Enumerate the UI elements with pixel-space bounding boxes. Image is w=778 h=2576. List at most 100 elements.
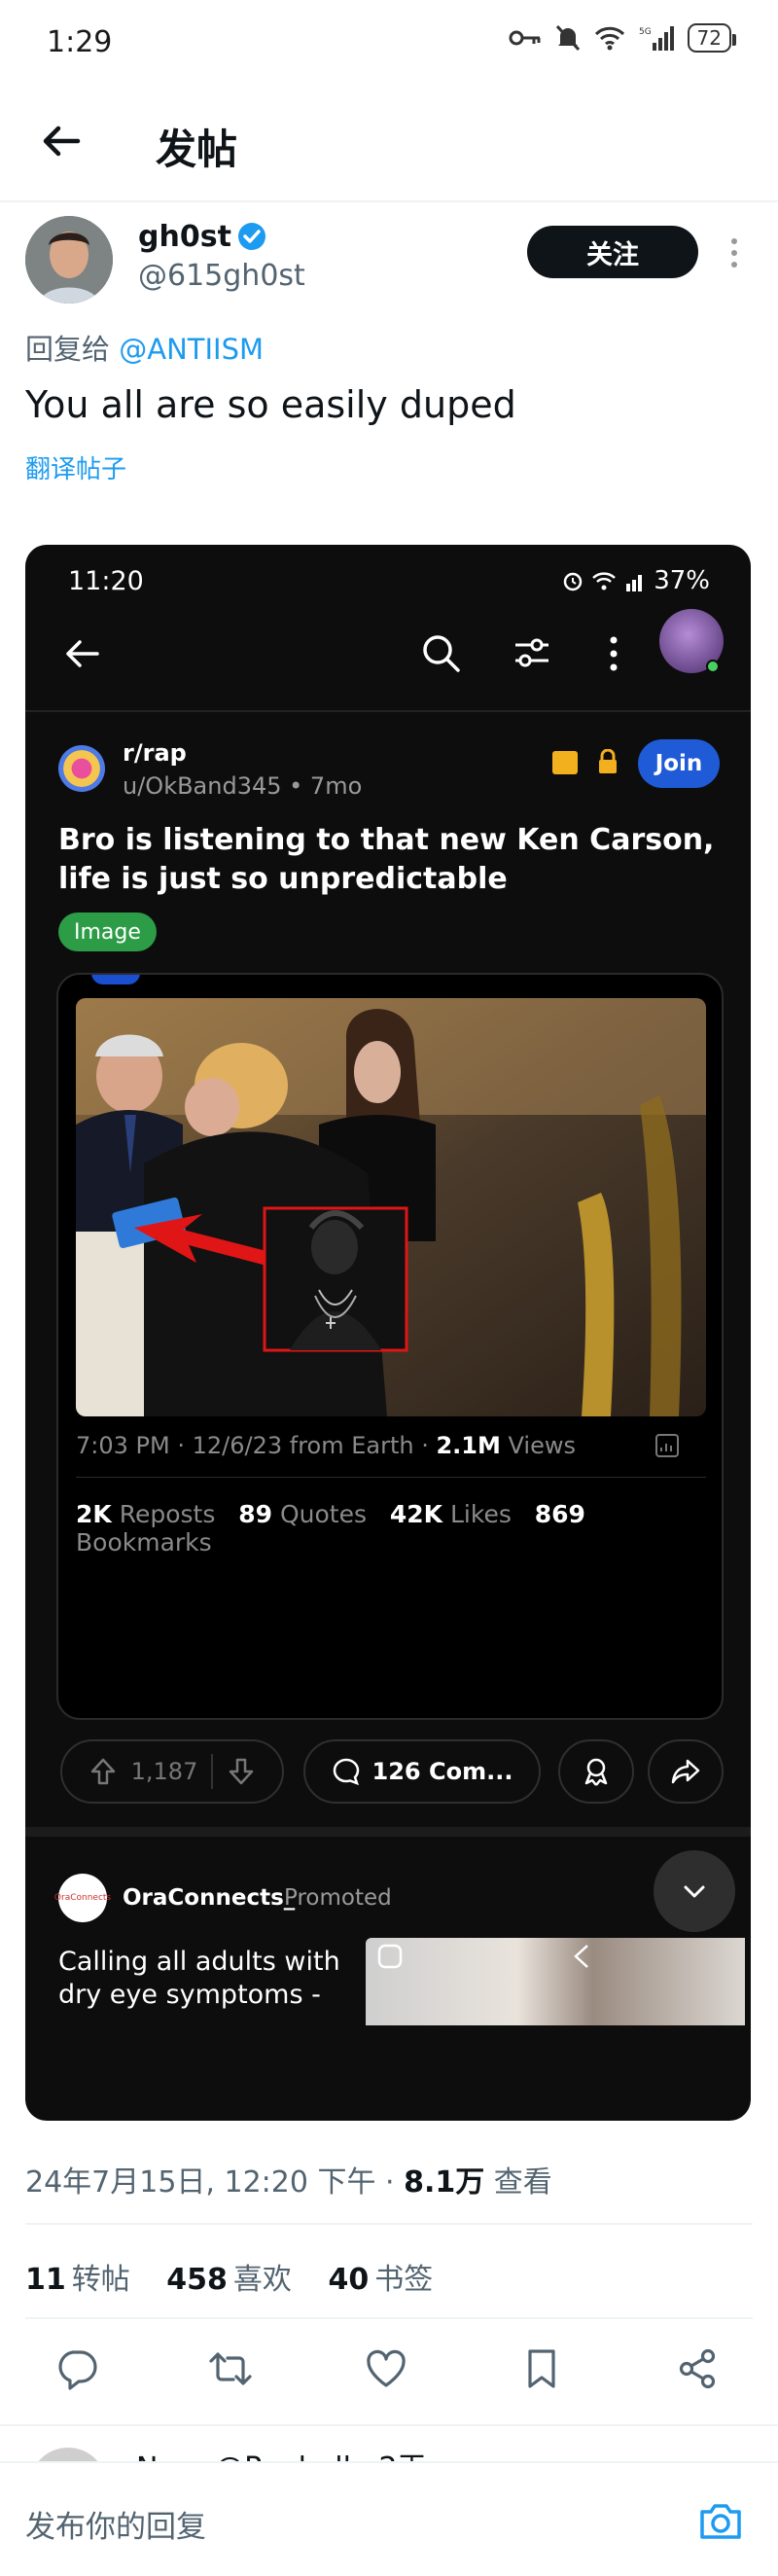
- inner-tweet-stats: 2K Reposts 89 Quotes 42K Likes 869 Bookm…: [76, 1500, 722, 1556]
- back-arrow-icon[interactable]: [60, 632, 103, 675]
- event-photo[interactable]: [76, 998, 706, 1416]
- nav-back-overlay-icon: [574, 1945, 588, 1968]
- key-icon: [509, 30, 541, 46]
- more-vert-icon[interactable]: [607, 634, 620, 673]
- inner-quotes-label: Quotes: [279, 1500, 368, 1528]
- attached-screenshot[interactable]: 11:20 37% r/rap u/OkBand345 • 7mo Join B…: [25, 545, 751, 2121]
- vote-count: 1,187: [130, 1758, 198, 1785]
- downvote-icon[interactable]: [227, 1757, 256, 1786]
- signal-icon: 5G: [639, 26, 674, 51]
- bookmarks-stat[interactable]: 40 书签: [328, 2263, 433, 2297]
- feed-divider: [25, 1827, 751, 1837]
- online-status-dot: [706, 660, 720, 673]
- tweet-timestamp: 24年7月15日, 12:20 下午 · 8.1万 查看: [25, 2158, 552, 2200]
- reply-handle-link[interactable]: @ANTIISM: [119, 333, 264, 366]
- author-avatar[interactable]: [25, 216, 113, 304]
- comment-count: 126 Com...: [371, 1758, 513, 1785]
- comments-button[interactable]: 126 Com...: [303, 1739, 541, 1804]
- repost-icon[interactable]: [208, 2346, 253, 2391]
- inner-bookmarks-label: Bookmarks: [76, 1528, 212, 1556]
- status-icons: 5G 72: [509, 23, 737, 53]
- share-icon[interactable]: [675, 2346, 720, 2391]
- post-flair[interactable]: Image: [58, 912, 157, 951]
- inner-reposts-count: 2K: [76, 1500, 112, 1528]
- more-vert-icon[interactable]: [729, 237, 739, 268]
- inner-likes-count: 42K: [389, 1500, 443, 1528]
- share-button[interactable]: [648, 1739, 724, 1804]
- promo-account-name[interactable]: OraConnects_: [123, 1885, 295, 1911]
- archive-icon: [552, 751, 578, 774]
- views-label: 查看: [484, 2165, 552, 2200]
- upvote-icon[interactable]: [88, 1757, 118, 1786]
- verified-badge-icon: [238, 223, 265, 250]
- promo-image[interactable]: [366, 1938, 745, 2025]
- likes-label: 喜欢: [232, 2263, 292, 2297]
- award-button[interactable]: [558, 1739, 634, 1804]
- bookmarks-count: 40: [328, 2263, 370, 2297]
- join-button[interactable]: Join: [638, 739, 720, 788]
- inner-tweet-time: 7:03 PM · 12/6/23 from Earth ·: [76, 1432, 437, 1459]
- reposts-count: 11: [25, 2263, 66, 2297]
- bookmark-icon[interactable]: [519, 2346, 564, 2391]
- reply-to-line: 回复给 @ANTIISM: [25, 327, 264, 368]
- inner-tweet-meta: 7:03 PM · 12/6/23 from Earth · 2.1M View…: [76, 1432, 576, 1459]
- embedded-tweet-card[interactable]: 7:03 PM · 12/6/23 from Earth · 2.1M View…: [56, 973, 724, 1720]
- scroll-down-button[interactable]: [654, 1850, 735, 1932]
- subreddit-name[interactable]: r/rap: [123, 739, 187, 767]
- inner-bookmarks-count: 869: [534, 1500, 585, 1528]
- reply-composer[interactable]: 发布你的回复: [0, 2461, 778, 2576]
- promo-text[interactable]: Calling all adults with dry eye symptoms…: [58, 1946, 350, 2012]
- follow-button[interactable]: 关注: [527, 226, 698, 278]
- promoted-label: Promoted: [284, 1885, 392, 1911]
- inner-likes-label: Likes: [449, 1500, 512, 1528]
- bookmarks-label: 书签: [374, 2263, 434, 2297]
- alarm-icon: [563, 572, 583, 591]
- post-meta: u/OkBand345 • 7mo: [123, 772, 363, 800]
- wifi-icon: [594, 26, 624, 51]
- tune-icon[interactable]: [510, 630, 554, 675]
- vote-pill: 1,187: [60, 1739, 284, 1804]
- mute-icon: [555, 24, 580, 52]
- search-icon[interactable]: [418, 630, 463, 675]
- header-divider: [0, 200, 778, 202]
- card-top-badge: [91, 975, 140, 984]
- page-title: 发帖: [156, 125, 238, 173]
- divider: [25, 2317, 753, 2319]
- analytics-icon: [655, 1434, 679, 1457]
- reposts-stat[interactable]: 11 转帖: [25, 2263, 130, 2297]
- views-count: 8.1万: [404, 2165, 485, 2200]
- subreddit-icon[interactable]: [58, 745, 105, 792]
- nav-home-overlay-icon: [377, 1944, 403, 1969]
- status-time: 1:29: [47, 25, 113, 59]
- author-name[interactable]: gh0st: [138, 220, 231, 254]
- comment-icon: [333, 1758, 359, 1786]
- award-icon: [584, 1758, 608, 1786]
- reposts-label: 转帖: [71, 2263, 130, 2297]
- timestamp-text: 24年7月15日, 12:20 下午 ·: [25, 2165, 405, 2200]
- share-icon: [671, 1759, 700, 1784]
- signal-icon: [626, 575, 643, 591]
- svg-text:5G: 5G: [639, 27, 652, 37]
- author-handle[interactable]: @615gh0st: [138, 259, 305, 293]
- tweet-stats: 11 转帖 458 喜欢 40 书签: [25, 2255, 433, 2298]
- reply-input[interactable]: 发布你的回复: [25, 2502, 206, 2546]
- reply-prefix: 回复给: [25, 333, 111, 366]
- inner-tweet-views-count: 2.1M: [436, 1432, 501, 1459]
- inner-reposts-label: Reposts: [119, 1500, 216, 1528]
- reply-icon[interactable]: [54, 2346, 99, 2391]
- promo-logo[interactable]: OraConnects: [54, 1874, 111, 1922]
- chevron-down-icon: [684, 1885, 705, 1898]
- battery-indicator: 72: [687, 23, 737, 53]
- camera-icon[interactable]: [696, 2496, 745, 2545]
- like-icon[interactable]: [364, 2346, 408, 2391]
- likes-stat[interactable]: 458 喜欢: [166, 2263, 292, 2297]
- likes-count: 458: [166, 2263, 228, 2297]
- embedded-status-icons: 37%: [562, 566, 710, 595]
- lock-icon: [599, 749, 617, 773]
- translate-link[interactable]: 翻译帖子: [25, 449, 126, 485]
- inner-quotes-count: 89: [238, 1500, 273, 1528]
- back-arrow-icon[interactable]: [39, 119, 84, 163]
- embedded-battery: 37%: [654, 566, 710, 595]
- inner-tweet-views-label: Views: [500, 1432, 576, 1459]
- divider: [0, 2424, 778, 2426]
